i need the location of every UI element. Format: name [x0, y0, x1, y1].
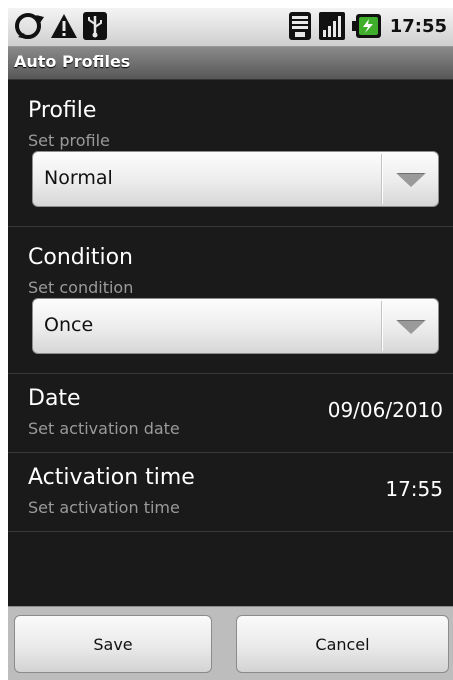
status-time: 17:55 — [389, 15, 447, 37]
date-preference[interactable]: Date Set activation date 09/06/2010 — [8, 374, 453, 453]
condition-title: Condition — [28, 245, 133, 270]
profile-selected-value: Normal — [44, 167, 113, 189]
profile-title: Profile — [28, 98, 97, 123]
activation-time-preference[interactable]: Activation time Set activation time 17:5… — [8, 453, 453, 532]
condition-summary: Set condition — [28, 278, 134, 297]
title-bar: Auto Profiles — [8, 47, 453, 80]
date-value: 09/06/2010 — [327, 398, 443, 422]
app-title: Auto Profiles — [14, 52, 131, 71]
profile-spinner[interactable]: Normal — [32, 151, 439, 207]
condition-selected-value: Once — [44, 314, 94, 336]
status-bar: 17:55 — [8, 8, 453, 47]
wifi-icon — [288, 12, 311, 40]
condition-spinner[interactable]: Once — [32, 298, 439, 354]
date-summary: Set activation date — [28, 419, 180, 438]
spinner-divider — [381, 301, 383, 351]
signal-icon — [318, 12, 345, 40]
app-screen: 17:55 Auto Profiles Profile Set profile … — [8, 8, 453, 680]
activation-time-value: 17:55 — [385, 477, 443, 501]
sync-icon — [15, 13, 44, 39]
warning-icon — [51, 14, 77, 38]
preferences-list: Profile Set profile Normal Condition Set… — [8, 80, 453, 532]
spinner-divider — [381, 154, 383, 204]
system-icons: 17:55 — [288, 11, 447, 41]
dropdown-arrow-icon — [396, 173, 426, 187]
save-button[interactable]: Save — [14, 615, 212, 673]
dropdown-arrow-icon — [396, 320, 426, 334]
profile-section: Profile Set profile Normal — [8, 80, 453, 227]
notification-icons — [14, 11, 108, 41]
profile-summary: Set profile — [28, 131, 110, 150]
activation-time-summary: Set activation time — [28, 498, 180, 517]
usb-icon — [83, 12, 107, 40]
condition-section: Condition Set condition Once — [8, 227, 453, 374]
activation-time-title: Activation time — [28, 465, 195, 490]
date-title: Date — [28, 386, 81, 411]
battery-charging-icon — [351, 14, 381, 38]
cancel-button[interactable]: Cancel — [236, 615, 449, 673]
button-bar: Save Cancel — [8, 606, 453, 680]
